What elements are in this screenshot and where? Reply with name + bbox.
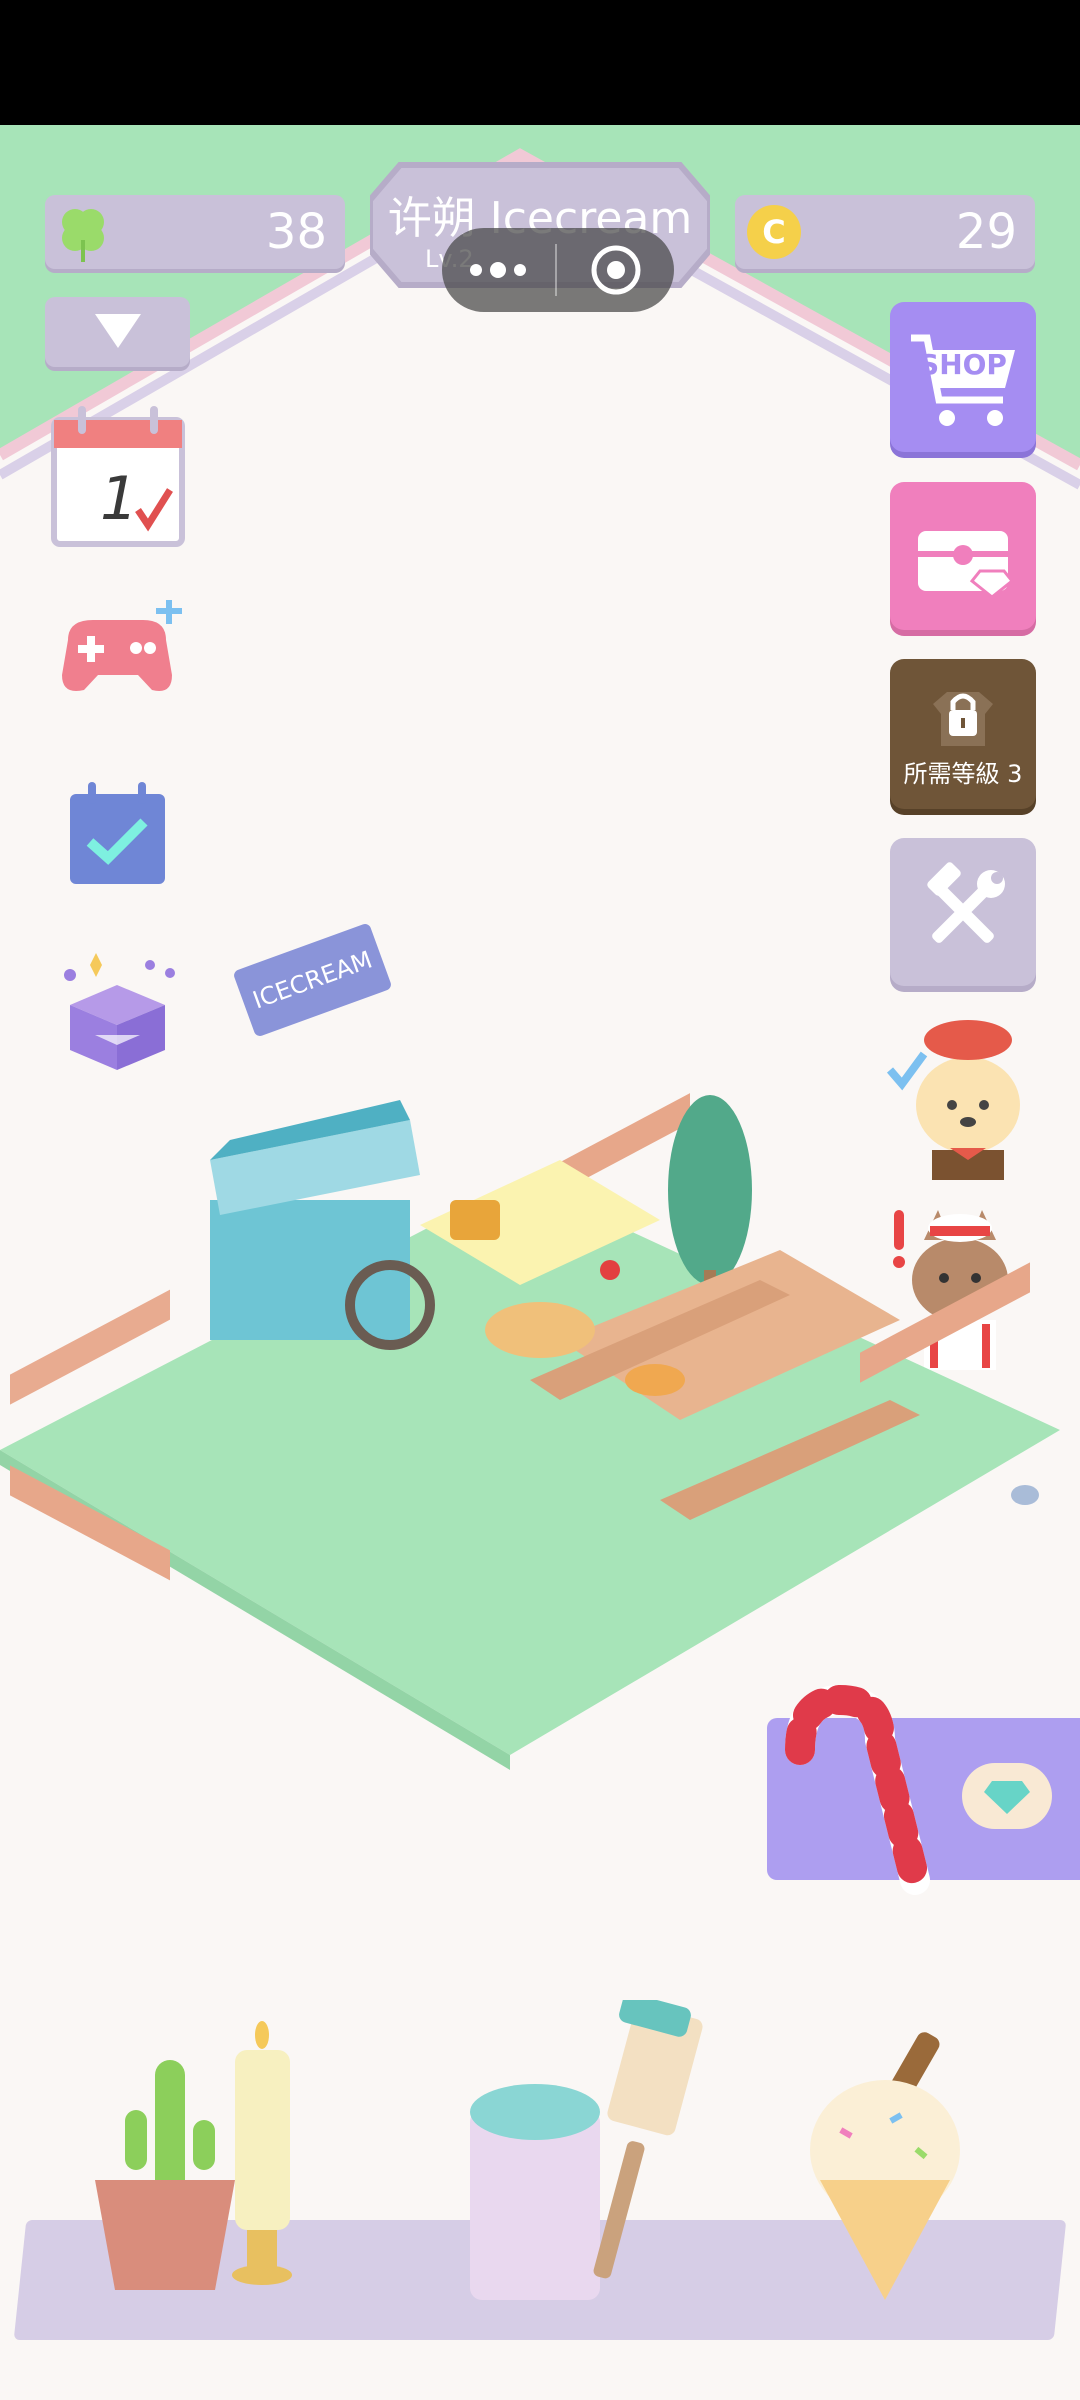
coin-symbol: C bbox=[762, 213, 786, 251]
dot-icon bbox=[490, 262, 506, 278]
required-level-label: 所需等級 3 bbox=[903, 759, 1023, 788]
triangle-down-icon bbox=[94, 314, 141, 348]
diamond-icon bbox=[984, 1781, 1030, 1814]
tasks-button[interactable] bbox=[60, 780, 175, 890]
daily-checkin-button[interactable]: 1 bbox=[48, 400, 188, 550]
more-options-button[interactable] bbox=[470, 250, 550, 290]
close-program-button[interactable] bbox=[588, 242, 644, 298]
pine-tree bbox=[668, 1095, 752, 1285]
capsule-menu bbox=[442, 228, 674, 312]
ice-cream-cone-icon bbox=[810, 2032, 960, 2300]
gift-box-button[interactable] bbox=[890, 482, 1036, 630]
minigame-button[interactable] bbox=[48, 600, 188, 700]
gamepad-plus-icon bbox=[62, 600, 182, 691]
open-box-icon bbox=[64, 953, 175, 1070]
candy-cane-icon[interactable] bbox=[750, 1680, 930, 1900]
tools-button[interactable] bbox=[890, 838, 1036, 986]
hammer-wrench-icon bbox=[927, 862, 1005, 943]
status-bar bbox=[0, 0, 1080, 125]
ice-cream-cone-item[interactable] bbox=[800, 2020, 970, 2310]
ice-cream-cart bbox=[210, 1100, 435, 1350]
clover-counter[interactable]: 38 bbox=[45, 195, 345, 269]
dropdown-button[interactable] bbox=[45, 297, 190, 367]
capsule-divider bbox=[555, 244, 557, 296]
paint-item[interactable] bbox=[470, 2000, 710, 2310]
calendar-day: 1 bbox=[100, 464, 139, 534]
cactus-candle-item[interactable] bbox=[85, 2020, 315, 2300]
diamond-badge bbox=[962, 1763, 1052, 1829]
checklist-icon bbox=[70, 782, 165, 884]
dot-icon bbox=[514, 264, 526, 276]
dot-icon bbox=[470, 264, 482, 276]
cactus-icon bbox=[95, 2021, 292, 2290]
coin-count: 29 bbox=[955, 204, 1017, 260]
garden-island bbox=[0, 1093, 1060, 1770]
coin-icon: C bbox=[747, 205, 801, 259]
lock-icon bbox=[933, 691, 993, 746]
paint-bucket-icon bbox=[470, 2000, 703, 2300]
clover-icon bbox=[62, 209, 104, 262]
locked-wardrobe-button[interactable]: 所需等級 3 bbox=[890, 659, 1036, 809]
treasure-chest-icon bbox=[918, 531, 1015, 599]
shop-button[interactable]: SHOP bbox=[890, 302, 1036, 452]
sleeping-cat bbox=[625, 1364, 685, 1396]
coin-counter[interactable]: C 29 bbox=[735, 195, 1035, 269]
picnic-basket bbox=[450, 1200, 500, 1240]
shop-label: SHOP bbox=[919, 348, 1007, 381]
clover-count: 38 bbox=[265, 204, 327, 260]
mystery-box-button[interactable] bbox=[50, 935, 185, 1075]
sleeping-dog bbox=[485, 1302, 595, 1358]
target-icon bbox=[591, 245, 641, 295]
